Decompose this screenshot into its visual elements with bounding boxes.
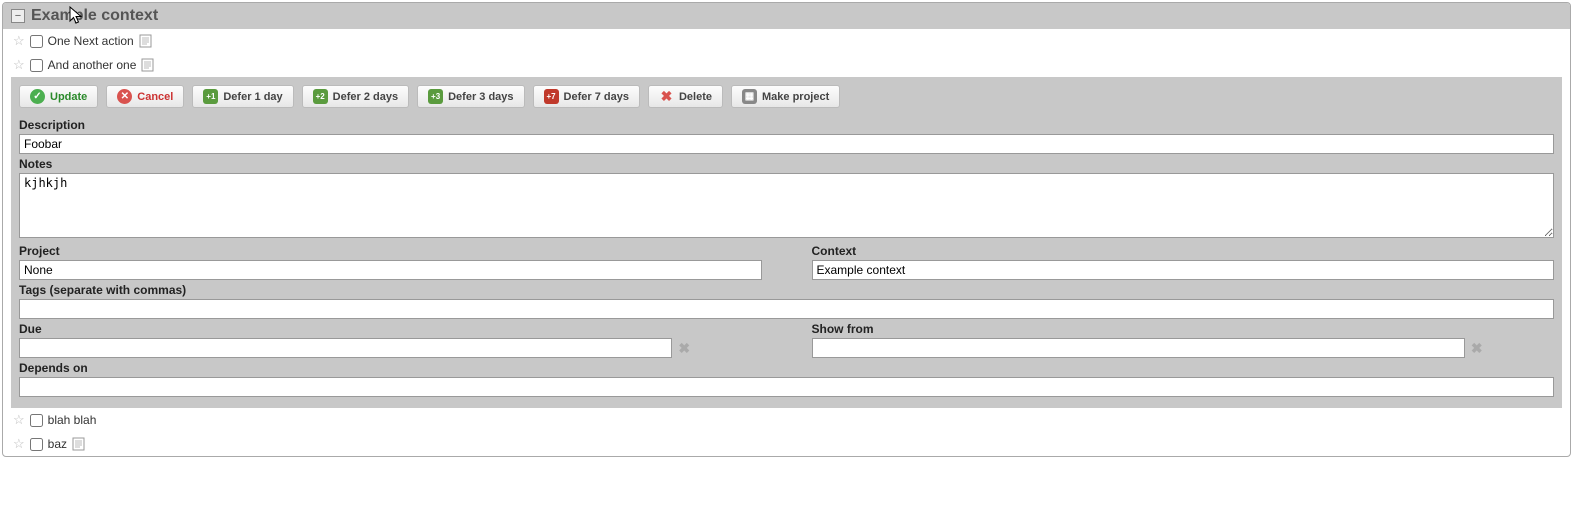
showfrom-label: Show from xyxy=(812,322,1555,336)
todo-text[interactable]: blah blah xyxy=(48,413,97,427)
due-label: Due xyxy=(19,322,762,336)
cancel-label: Cancel xyxy=(137,91,173,103)
project-label: Project xyxy=(19,244,762,258)
update-label: Update xyxy=(50,91,87,103)
project-icon: ▦ xyxy=(742,89,757,104)
clear-due-icon[interactable]: ✖ xyxy=(678,340,690,357)
showfrom-input[interactable] xyxy=(812,338,1465,358)
clear-showfrom-icon[interactable]: ✖ xyxy=(1471,340,1483,357)
makeproject-label: Make project xyxy=(762,91,829,103)
todo-row: ☆ baz xyxy=(3,432,1570,456)
todo-list-above: ☆ One Next action ☆ And another one xyxy=(3,29,1570,77)
delete-x-icon: ✖ xyxy=(659,89,674,104)
tags-label: Tags (separate with commas) xyxy=(19,283,1554,297)
check-icon: ✓ xyxy=(30,89,45,104)
project-input[interactable] xyxy=(19,260,762,280)
todo-checkbox[interactable] xyxy=(30,414,43,427)
defer1-label: Defer 1 day xyxy=(223,91,282,103)
context-panel: − Example context ☆ One Next action ☆ An… xyxy=(2,2,1571,457)
calendar-icon: +7 xyxy=(544,89,559,104)
toolbar: ✓ Update ✕ Cancel +1 Defer 1 day +2 Defer 2 … xyxy=(19,85,1554,108)
note-icon[interactable] xyxy=(141,58,154,72)
update-button[interactable]: ✓ Update xyxy=(19,85,98,108)
todo-list-below: ☆ blah blah ☆ baz xyxy=(3,408,1570,456)
calendar-icon: +3 xyxy=(428,89,443,104)
delete-button[interactable]: ✖ Delete xyxy=(648,85,723,108)
star-icon[interactable]: ☆ xyxy=(13,57,25,73)
panel-title: Example context xyxy=(31,7,158,25)
collapse-toggle[interactable]: − xyxy=(11,9,25,23)
description-label: Description xyxy=(19,118,1554,132)
defer-3-button[interactable]: +3 Defer 3 days xyxy=(417,85,524,108)
defer-7-button[interactable]: +7 Defer 7 days xyxy=(533,85,640,108)
todo-checkbox[interactable] xyxy=(30,35,43,48)
panel-header: − Example context xyxy=(3,3,1570,29)
star-icon[interactable]: ☆ xyxy=(13,412,25,428)
x-icon: ✕ xyxy=(117,89,132,104)
note-icon[interactable] xyxy=(72,437,85,451)
context-input[interactable] xyxy=(812,260,1555,280)
todo-text[interactable]: And another one xyxy=(48,58,137,72)
todo-row: ☆ One Next action xyxy=(3,29,1570,53)
due-input[interactable] xyxy=(19,338,672,358)
defer2-label: Defer 2 days xyxy=(333,91,398,103)
tags-input[interactable] xyxy=(19,299,1554,319)
depends-input[interactable] xyxy=(19,377,1554,397)
todo-text[interactable]: One Next action xyxy=(48,34,134,48)
todo-checkbox[interactable] xyxy=(30,59,43,72)
description-input[interactable] xyxy=(19,134,1554,154)
defer3-label: Defer 3 days xyxy=(448,91,513,103)
calendar-icon: +1 xyxy=(203,89,218,104)
todo-checkbox[interactable] xyxy=(30,438,43,451)
defer7-label: Defer 7 days xyxy=(564,91,629,103)
cancel-button[interactable]: ✕ Cancel xyxy=(106,85,184,108)
notes-label: Notes xyxy=(19,157,1554,171)
make-project-button[interactable]: ▦ Make project xyxy=(731,85,840,108)
context-label: Context xyxy=(812,244,1555,258)
defer-1-button[interactable]: +1 Defer 1 day xyxy=(192,85,293,108)
calendar-icon: +2 xyxy=(313,89,328,104)
todo-row: ☆ blah blah xyxy=(3,408,1570,432)
defer-2-button[interactable]: +2 Defer 2 days xyxy=(302,85,409,108)
star-icon[interactable]: ☆ xyxy=(13,436,25,452)
note-icon[interactable] xyxy=(139,34,152,48)
delete-label: Delete xyxy=(679,91,712,103)
depends-label: Depends on xyxy=(19,361,1554,375)
notes-textarea[interactable] xyxy=(19,173,1554,238)
star-icon[interactable]: ☆ xyxy=(13,33,25,49)
todo-text[interactable]: baz xyxy=(48,437,67,451)
todo-row: ☆ And another one xyxy=(3,53,1570,77)
edit-form: ✓ Update ✕ Cancel +1 Defer 1 day +2 Defer 2 … xyxy=(11,77,1562,408)
